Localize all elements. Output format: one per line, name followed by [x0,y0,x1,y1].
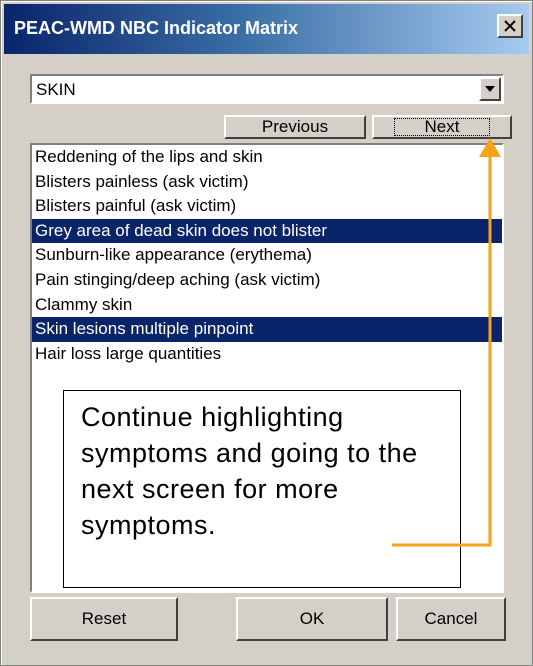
previous-button-label: Previous [261,117,329,136]
next-button[interactable]: Next [372,115,512,139]
category-dropdown[interactable]: SKIN [30,74,504,104]
reset-button-label: Reset [81,609,127,628]
close-icon [504,20,516,32]
reset-button[interactable]: Reset [30,597,178,641]
dropdown-button[interactable] [479,77,501,101]
cancel-button[interactable]: Cancel [396,597,506,641]
title-bar[interactable]: PEAC-WMD NBC Indicator Matrix [4,4,529,54]
next-button-label: Next [393,118,491,136]
window-title: PEAC-WMD NBC Indicator Matrix [14,18,299,38]
list-item[interactable]: Reddening of the lips and skin [32,145,502,170]
list-item[interactable]: Pain stinging/deep aching (ask victim) [32,268,502,293]
list-item[interactable]: Skin lesions multiple pinpoint [32,317,502,342]
list-item[interactable]: Grey area of dead skin does not blister [32,218,502,244]
list-item[interactable]: Blisters painful (ask victim) [32,194,502,219]
list-item[interactable]: Sunburn-like appearance (erythema) [32,243,502,268]
cancel-button-label: Cancel [424,609,478,628]
list-item[interactable]: Clammy skin [32,293,502,318]
ok-button[interactable]: OK [236,597,388,641]
ok-button-label: OK [299,609,325,628]
close-button[interactable] [497,14,523,38]
category-dropdown-value: SKIN [36,80,76,99]
list-item[interactable]: Blisters painless (ask victim) [32,170,502,195]
list-item[interactable]: Hair loss large quantities [32,342,502,367]
previous-button[interactable]: Previous [224,115,366,139]
chevron-down-icon [485,86,495,92]
instruction-callout: Continue highlighting symptoms and going… [63,390,461,588]
callout-text: Continue highlighting symptoms and going… [81,402,418,540]
